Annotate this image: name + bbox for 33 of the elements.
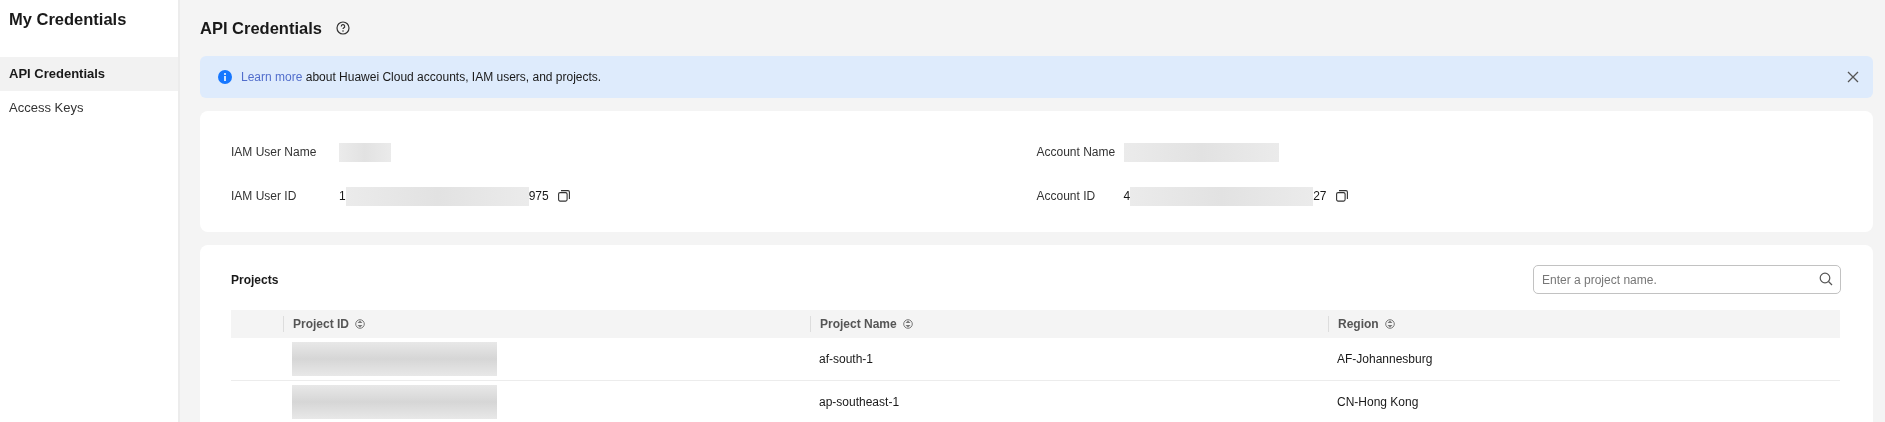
info-text: Learn more about Huawei Cloud accounts, IAM users, and projects. <box>241 70 603 84</box>
sort-icon[interactable] <box>355 318 365 330</box>
field-label: Account Name <box>1036 145 1117 159</box>
column-header[interactable]: Project ID <box>293 317 349 331</box>
field-label: Account ID <box>1036 189 1097 203</box>
table-cell: ap-southeast-1 <box>819 395 900 409</box>
sort-icon[interactable] <box>902 318 913 330</box>
sort-icon[interactable] <box>1384 318 1395 330</box>
field-label: IAM User Name <box>231 145 318 159</box>
section-title: Projects <box>231 272 279 287</box>
learn-more-link[interactable]: Learn more <box>241 70 303 84</box>
field-value: 975 <box>528 189 549 203</box>
info-icon <box>218 70 232 84</box>
column-header[interactable]: Region <box>1338 317 1379 331</box>
field-value: 1 <box>339 189 346 203</box>
close-icon[interactable] <box>1847 71 1859 83</box>
page-title: API Credentials <box>200 18 322 38</box>
search-field[interactable]: Enter a project name. <box>1533 265 1841 294</box>
help-icon[interactable] <box>335 21 350 35</box>
column-header[interactable]: Project Name <box>820 317 897 331</box>
sidebar-title: My Credentials <box>8 9 128 30</box>
field-label: IAM User ID <box>231 189 298 203</box>
sidebar-item[interactable]: API Credentials <box>0 57 178 91</box>
field-value: 4 <box>1123 189 1131 203</box>
table-cell: AF-Johannesburg <box>1337 352 1433 366</box>
table-cell: CN-Hong Kong <box>1337 395 1419 409</box>
copy-icon[interactable] <box>557 190 570 202</box>
table-cell: af-south-1 <box>819 352 874 366</box>
field-value: 27 <box>1313 189 1327 203</box>
search-icon[interactable] <box>1819 272 1833 286</box>
redacted-value <box>339 142 391 162</box>
copy-icon[interactable] <box>1335 190 1348 202</box>
sidebar-item[interactable]: Access Keys <box>0 91 178 125</box>
